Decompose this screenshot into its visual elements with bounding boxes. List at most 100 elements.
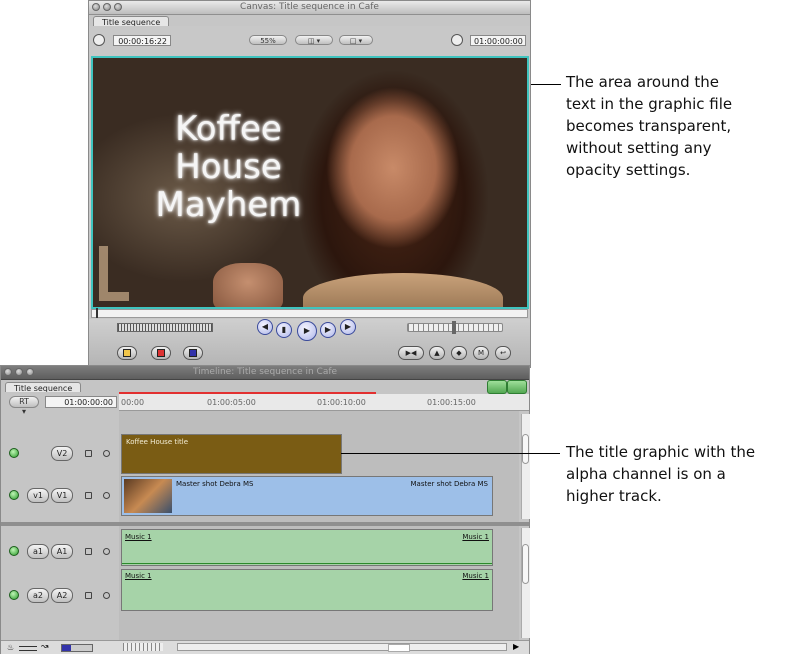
close-window-icon[interactable]	[4, 368, 12, 376]
timeline-current-timecode[interactable]: 01:00:00:00	[45, 396, 117, 408]
callout-top-line-5: opacity settings.	[566, 161, 691, 179]
callout-top-line-2: text in the graphic file	[566, 95, 733, 113]
timeline-window: Timeline: Title sequence in Cafe Title s…	[0, 365, 530, 654]
audio-scroll-thumb[interactable]	[522, 544, 529, 584]
canvas-titlebar[interactable]: Canvas: Title sequence in Cafe	[89, 1, 530, 15]
canvas-window-title: Canvas: Title sequence in Cafe	[240, 2, 379, 12]
auto-select-v1-icon[interactable]	[103, 492, 110, 499]
lock-track-a1-icon[interactable]	[85, 548, 92, 555]
minimize-window-icon[interactable]	[15, 368, 23, 376]
minimize-window-icon[interactable]	[103, 3, 111, 11]
callout-top-leader	[531, 84, 561, 85]
clip-music-1-a2[interactable]: Music 1 Music 1	[121, 569, 493, 611]
zoom-slider[interactable]	[123, 643, 163, 651]
close-window-icon[interactable]	[92, 3, 100, 11]
dest-control-v1[interactable]: V1	[51, 488, 73, 503]
play-around-button[interactable]: ▶	[320, 322, 336, 338]
callout-bottom-line-1: The title graphic with the	[566, 443, 756, 461]
zoom-popup-button[interactable]: 55%	[249, 35, 287, 45]
add-marker-button[interactable]	[151, 346, 171, 360]
mark-split-button[interactable]: ▲	[429, 346, 445, 360]
canvas-scrubber-bar[interactable]	[91, 308, 528, 318]
mark-in-out-button[interactable]: ▶◀	[398, 346, 424, 360]
clip-title-label: Koffee House title	[126, 438, 189, 446]
callout-bottom-line-2: alpha channel is on a	[566, 465, 726, 483]
play-in-to-out-button[interactable]: ▮	[276, 322, 292, 338]
callout-top-line-4: without setting any	[566, 139, 712, 157]
play-button[interactable]: ▶	[297, 321, 317, 341]
title-line-3: Mayhem	[155, 185, 302, 225]
canvas-current-timecode[interactable]: 01:00:00:00	[470, 35, 526, 46]
track-audible-a1-icon[interactable]	[9, 546, 19, 556]
callout-bottom-leader	[341, 453, 560, 454]
zoom-window-icon[interactable]	[26, 368, 34, 376]
audio-level-line[interactable]	[122, 563, 492, 564]
clip-koffee-house-title[interactable]: Koffee House title	[121, 434, 342, 474]
display-mode-popup-button[interactable]: □ ▾	[339, 35, 373, 45]
track-visibility-v2-icon[interactable]	[9, 448, 19, 458]
auto-select-a1-icon[interactable]	[103, 548, 110, 555]
title-safe-corner-graphic	[99, 246, 129, 301]
track-patch-v1: v1 V1	[1, 476, 119, 516]
timeline-window-title: Timeline: Title sequence in Cafe	[192, 367, 338, 377]
source-control-a2[interactable]: a2	[27, 588, 49, 603]
jog-control[interactable]	[407, 321, 503, 334]
canvas-window: Canvas: Title sequence in Cafe Title seq…	[88, 0, 531, 368]
canvas-duration-timecode[interactable]: 00:00:16:22	[113, 35, 171, 46]
jog-handle[interactable]	[452, 321, 456, 334]
previous-edit-button[interactable]: ◀	[257, 319, 273, 335]
add-keyframe-button[interactable]: ◆	[451, 346, 467, 360]
clip-master-shot-debra[interactable]: Master shot Debra MS Master shot Debra M…	[121, 476, 493, 516]
lock-track-v1-icon[interactable]	[85, 492, 92, 499]
callout-transparent-area: The area around the text in the graphic …	[566, 71, 732, 181]
audio-tracks-scrollbar[interactable]	[521, 528, 530, 638]
render-status-bar	[119, 392, 376, 394]
track-visibility-v1-icon[interactable]	[9, 490, 19, 500]
video-audio-divider[interactable]	[1, 522, 529, 526]
mark-clip-button[interactable]	[117, 346, 137, 360]
view-popup-button[interactable]: ◫ ▾	[295, 35, 333, 45]
timeline-ruler[interactable]: 00:00 01:00:05:00 01:00:10:00 01:00:15:0…	[119, 394, 529, 411]
shuttle-control[interactable]	[117, 323, 213, 332]
next-edit-button[interactable]: ▶	[340, 319, 356, 335]
zoom-window-icon[interactable]	[114, 3, 122, 11]
timeline-titlebar[interactable]: Timeline: Title sequence in Cafe	[1, 366, 529, 380]
video-frame-hand	[213, 263, 283, 307]
duration-clock-icon	[93, 34, 105, 46]
ruler-label-2: 01:00:10:00	[317, 398, 366, 407]
speaker-icon[interactable]: ♨	[7, 643, 14, 652]
marker-button[interactable]: M	[473, 346, 489, 360]
horizontal-scrollbar[interactable]	[177, 643, 507, 652]
track-height-icon[interactable]	[19, 646, 37, 651]
canvas-transport-controls: ◀ ▮ ▶ ▶ ▶ ▶◀ ▲ ◆ M ↩	[89, 319, 530, 367]
auto-select-a2-icon[interactable]	[103, 592, 110, 599]
linking-toggle-icon[interactable]	[507, 380, 527, 394]
track-audible-a2-icon[interactable]	[9, 590, 19, 600]
dest-control-a2[interactable]: A2	[51, 588, 73, 603]
auto-select-v2-icon[interactable]	[103, 450, 110, 457]
clip-master-label-left: Master shot Debra MS	[176, 480, 254, 488]
dest-control-a1[interactable]: A1	[51, 544, 73, 559]
match-frame-button[interactable]	[183, 346, 203, 360]
horizontal-scroll-thumb[interactable]	[388, 644, 410, 652]
track-size-icon[interactable]	[61, 644, 93, 652]
snapping-toggle-icon[interactable]	[487, 380, 507, 394]
ruler-label-3: 01:00:15:00	[427, 398, 476, 407]
lock-track-a2-icon[interactable]	[85, 592, 92, 599]
lock-track-v2-icon[interactable]	[85, 450, 92, 457]
scroll-right-icon[interactable]: ▶	[513, 642, 519, 651]
current-time-clock-icon	[451, 34, 463, 46]
canvas-video-viewer[interactable]: Koffee House Mayhem	[91, 56, 529, 309]
clip-music-1-a1[interactable]: Music 1 Music 1	[121, 529, 493, 566]
clip-overlays-icon[interactable]: ↝	[41, 642, 49, 652]
playhead-marker[interactable]	[96, 308, 98, 318]
rt-label: RT	[19, 397, 29, 406]
title-line-1: Koffee	[175, 109, 282, 149]
dest-control-v2[interactable]: V2	[51, 446, 73, 461]
rt-popup-button[interactable]: RT ▾	[9, 396, 39, 416]
source-control-a1[interactable]: a1	[27, 544, 49, 559]
source-control-v1[interactable]: v1	[27, 488, 49, 503]
go-to-button[interactable]: ↩	[495, 346, 511, 360]
video-scroll-thumb[interactable]	[522, 434, 529, 464]
video-tracks-scrollbar[interactable]	[521, 414, 530, 519]
